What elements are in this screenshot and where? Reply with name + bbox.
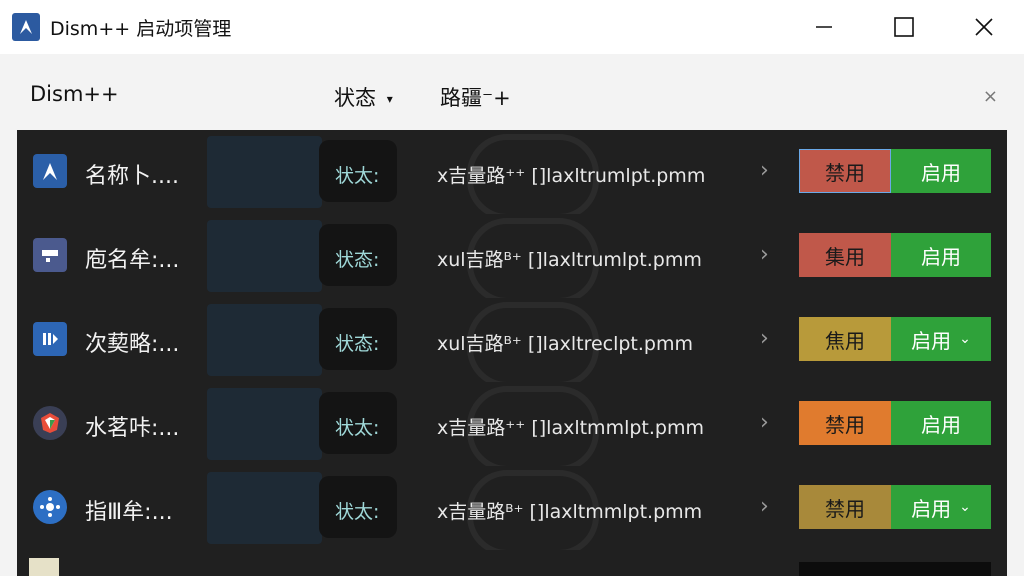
item-status: 状太: [335, 165, 380, 187]
chevron-right-icon[interactable]: › [760, 494, 769, 519]
list-item[interactable]: 名称卜.... 状太: x吉量路⁺⁺ []laxltrumlpt.pmm › 禁… [17, 130, 1007, 220]
window-titlebar: Dism++ 启动项管理 [0, 0, 1024, 54]
enable-dropdown-button[interactable]: 启用 ⌄ [891, 485, 991, 529]
bars-app-icon [33, 322, 67, 356]
minimize-button[interactable] [784, 0, 864, 54]
toolbar-close-button[interactable]: × [983, 86, 998, 107]
maximize-button[interactable] [864, 0, 944, 54]
startup-list: 名称卜.... 状太: x吉量路⁺⁺ []laxltrumlpt.pmm › 禁… [17, 130, 1007, 576]
item-path: x吉量路⁺⁺ []laxltmmlpt.pmm [437, 417, 704, 439]
list-item[interactable]: 庖名牟:... 状态: xul吉路ᴮ⁺ []laxltrumlpt.pmm › … [17, 214, 1007, 304]
enable-label: 启用 [921, 160, 961, 185]
disable-button[interactable]: 禁用 [799, 401, 891, 445]
item-path: x吉量路⁺⁺ []laxltrumlpt.pmm [437, 165, 706, 187]
window-title: Dism++ 启动项管理 [50, 17, 232, 40]
item-name: 水茗咔:... [85, 416, 180, 441]
enable-dropdown-button[interactable]: 启用 ⌄ [891, 317, 991, 361]
item-name: 指Ⅲ牟:... [85, 500, 173, 525]
gear-app-icon [33, 490, 67, 524]
chevron-right-icon[interactable]: › [760, 158, 769, 183]
item-path: x吉量路ᴮ⁺ []laxltmmlpt.pmm [437, 501, 703, 523]
item-name: 庖名牟:... [85, 248, 180, 273]
item-name: 名称卜.... [85, 164, 179, 189]
disable-button[interactable]: 禁用 [799, 149, 891, 193]
item-path: xul吉路ᴮ⁺ []laxltreclpt.pmm [437, 333, 693, 355]
close-button[interactable] [944, 0, 1024, 54]
enable-label: 启用 [921, 412, 961, 437]
list-item[interactable]: 指Ⅲ牟:... 状太: x吉量路ᴮ⁺ []laxltmmlpt.pmm › 禁用… [17, 466, 1007, 556]
toolbar: Dism++ 状态 ▾ 路疆⁻+ × [0, 68, 1024, 130]
path-sort-button[interactable]: 路疆⁻+ [440, 82, 511, 112]
enable-button[interactable]: 启用 [891, 233, 991, 277]
chevron-down-icon: ⌄ [959, 499, 971, 515]
item-status: 状态: [335, 249, 380, 271]
chevron-right-icon[interactable]: › [760, 242, 769, 267]
enable-label: 启用 [911, 496, 952, 521]
minimize-icon [816, 26, 832, 28]
enable-label: 启用 [911, 328, 952, 353]
status-sort-label: 状态 [334, 86, 376, 110]
maximize-icon [894, 17, 914, 37]
close-icon [975, 18, 993, 36]
app-logo-icon [12, 13, 40, 41]
chevron-right-icon[interactable]: › [760, 326, 769, 351]
item-name: 次葜略:... [85, 332, 180, 357]
document-app-icon [29, 558, 59, 576]
chevron-down-icon: ⌄ [959, 331, 971, 347]
disable-button[interactable]: 集用 [799, 233, 891, 277]
item-status: 状太: [335, 417, 380, 439]
arrow-app-icon [33, 154, 67, 188]
status-sort-button[interactable]: 状态 ▾ [334, 82, 393, 112]
disable-button[interactable]: 焦用 [799, 317, 891, 361]
item-path: xul吉路ᴮ⁺ []laxltrumlpt.pmm [437, 249, 702, 271]
item-status: 状态: [335, 333, 380, 355]
badge-app-icon [33, 406, 67, 440]
enable-button[interactable]: 启用 [891, 401, 991, 445]
enable-button[interactable]: 启用 [891, 149, 991, 193]
enable-label: 启用 [921, 244, 961, 269]
list-item[interactable]: 次葜略:... 状态: xul吉路ᴮ⁺ []laxltreclpt.pmm › … [17, 298, 1007, 388]
chevron-right-icon[interactable]: › [760, 410, 769, 435]
disable-button[interactable]: 禁用 [799, 485, 891, 529]
chevron-down-icon: ▾ [386, 92, 393, 106]
list-item-partial[interactable] [17, 550, 1007, 576]
list-item[interactable]: 水茗咔:... 状太: x吉量路⁺⁺ []laxltmmlpt.pmm › 禁用… [17, 382, 1007, 472]
item-status: 状太: [335, 501, 380, 523]
toolbar-app-label: Dism++ [30, 82, 119, 106]
monitor-app-icon [33, 238, 67, 272]
